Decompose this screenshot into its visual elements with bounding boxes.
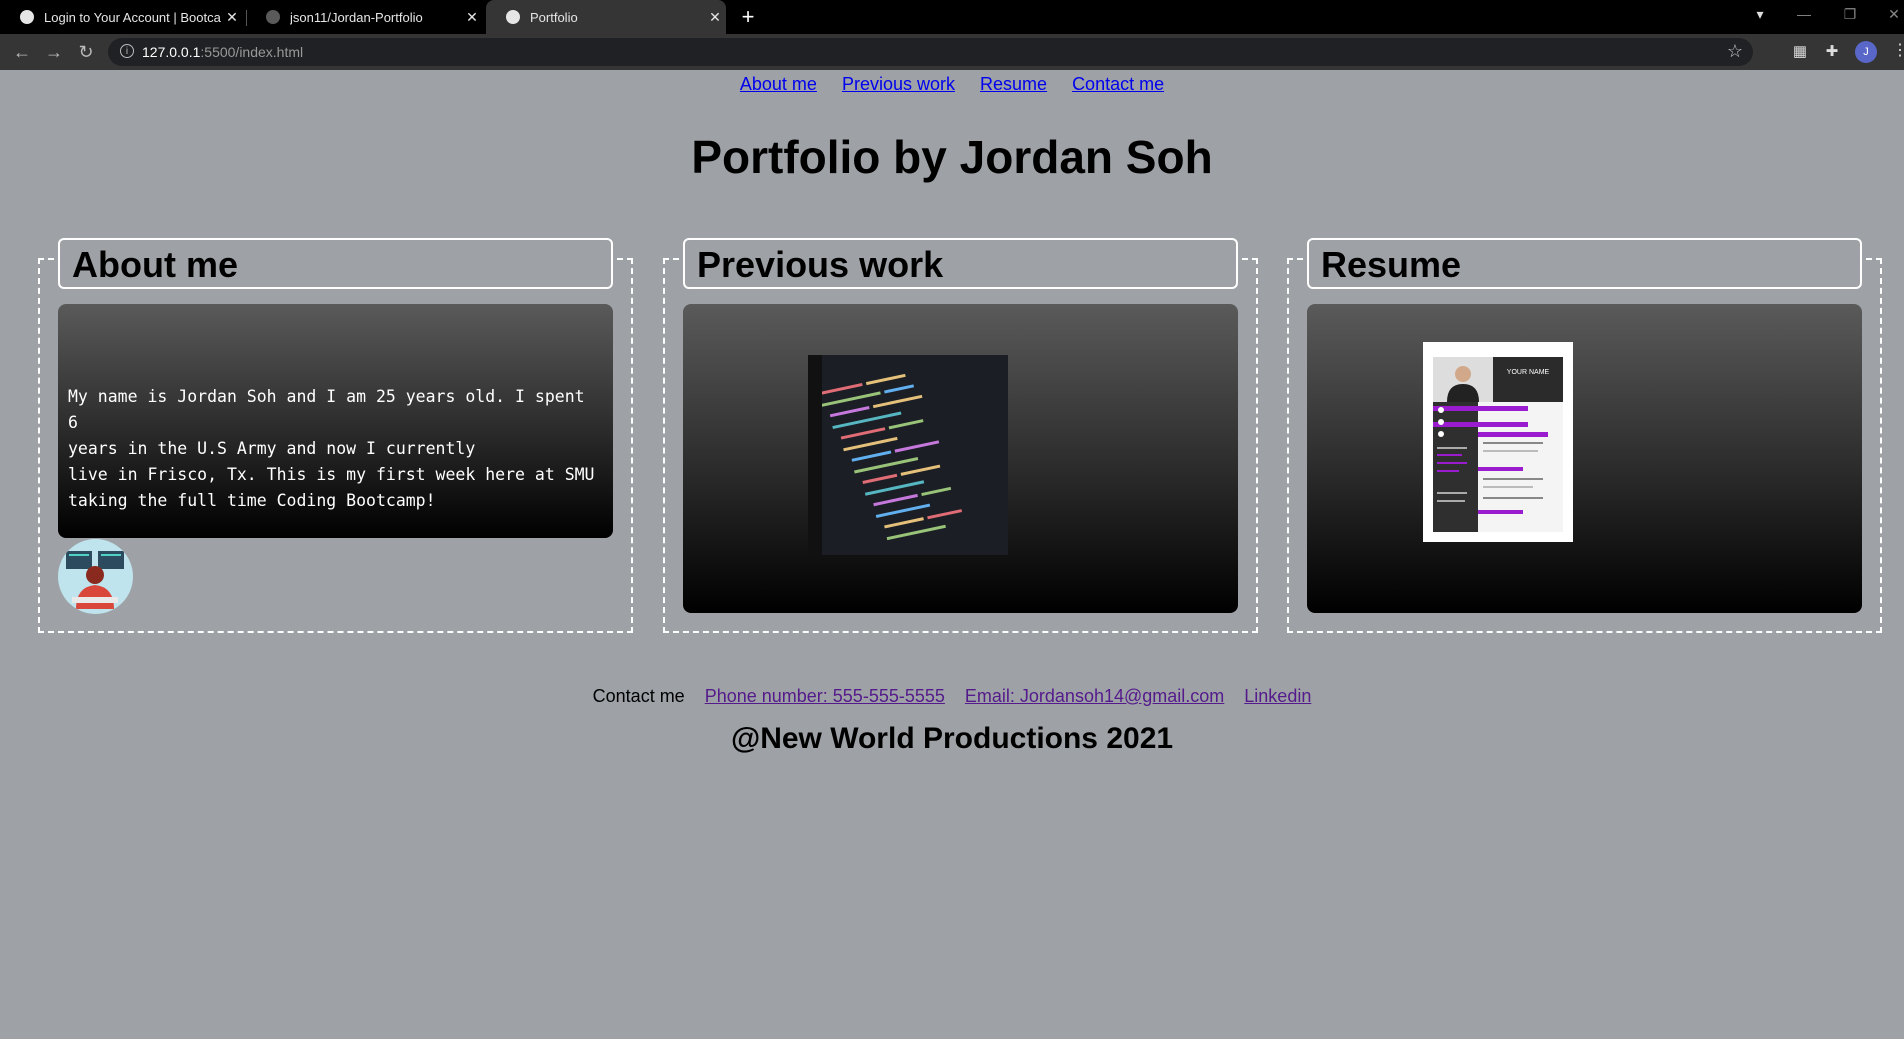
back-icon[interactable]: ← (10, 40, 34, 64)
copyright-text: @New World Productions 2021 (730, 722, 1174, 755)
top-navigation: About me Previous work Resume Contact me (0, 74, 1904, 95)
tab-title: Login to Your Account | Bootcamp (44, 9, 221, 25)
new-tab-button[interactable]: + (738, 3, 758, 31)
bookmark-star-icon[interactable]: ☆ (1727, 41, 1743, 62)
github-icon (266, 10, 280, 24)
extension-icon[interactable]: ▦ (1790, 42, 1810, 62)
tab-bootcamp-login[interactable]: Login to Your Account | Bootcamp ✕ (0, 0, 243, 34)
resume-panel (1307, 304, 1862, 613)
developer-avatar-image (58, 539, 133, 614)
tab-title: json11/Jordan-Portfolio (290, 9, 423, 25)
phone-link[interactable]: Phone number: 555-555-5555 (705, 686, 945, 706)
puzzle-icon[interactable]: ✚ (1822, 42, 1842, 62)
nav-link-about[interactable]: About me (740, 74, 817, 94)
resume-name-text: YOUR NAME (1507, 369, 1550, 376)
resume-template-image[interactable]: YOUR NAME (1423, 342, 1573, 542)
browser-menu-icon[interactable]: ⋮ (1892, 40, 1904, 60)
globe-icon (20, 10, 34, 24)
nav-link-resume[interactable]: Resume (980, 74, 1047, 94)
url-text: 127.0.0.1:5500/index.html (142, 44, 303, 60)
address-bar[interactable]: i 127.0.0.1:5500/index.html ☆ (108, 38, 1753, 66)
close-tab-icon[interactable]: ✕ (221, 9, 243, 26)
browser-toolbar: ← → ↻ i 127.0.0.1:5500/index.html ☆ ▦ ✚ (0, 34, 1904, 70)
nav-link-contact[interactable]: Contact me (1072, 74, 1164, 94)
resume-heading: Resume (1307, 238, 1862, 289)
footer-contact: Contact me Phone number: 555-555-5555 Emai… (0, 686, 1904, 707)
about-text: My name is Jordan Soh and I am 25 years … (68, 387, 595, 510)
profile-avatar[interactable]: J (1855, 41, 1877, 63)
reload-icon[interactable]: ↻ (74, 40, 98, 64)
forward-icon[interactable]: → (42, 40, 66, 64)
close-tab-icon[interactable]: ✕ (704, 9, 726, 26)
tab-search-icon[interactable]: ▾ (1748, 6, 1772, 23)
site-info-icon[interactable]: i (120, 44, 134, 58)
restore-icon[interactable]: ❐ (1838, 6, 1862, 23)
nav-link-previous-work[interactable]: Previous work (842, 74, 955, 94)
url-path: :5500/index.html (200, 44, 304, 60)
tab-portfolio[interactable]: Portfolio ✕ (486, 0, 726, 34)
tab-github-repo[interactable]: json11/Jordan-Portfolio ✕ (246, 0, 483, 34)
close-window-icon[interactable]: ✕ (1882, 6, 1904, 23)
linkedin-link[interactable]: Linkedin (1244, 686, 1311, 706)
contact-label: Contact me (592, 686, 685, 706)
close-tab-icon[interactable]: ✕ (461, 9, 483, 26)
email-link[interactable]: Email: Jordansoh14@gmail.com (965, 686, 1224, 706)
minimize-icon[interactable]: — (1792, 6, 1816, 22)
browser-tab-bar: Login to Your Account | Bootcamp ✕ json1… (0, 0, 1904, 34)
previous-work-heading: Previous work (683, 238, 1238, 289)
url-host: 127.0.0.1 (142, 44, 201, 60)
tab-title: Portfolio (530, 9, 578, 25)
about-heading: About me (58, 238, 613, 289)
globe-icon (506, 10, 520, 24)
code-screenshot-image[interactable] (808, 355, 1008, 555)
page-title: Portfolio by Jordan Soh (691, 131, 1213, 183)
